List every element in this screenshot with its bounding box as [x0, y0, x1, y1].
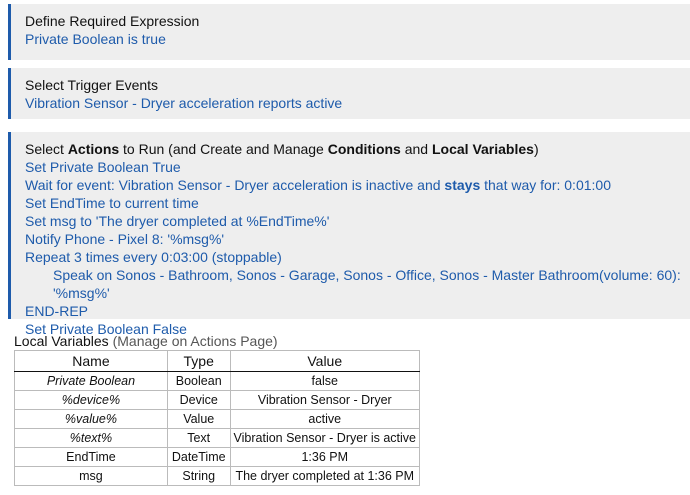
- var-value: false: [229, 371, 421, 391]
- table-row: %value% Value active: [14, 409, 421, 429]
- var-value: active: [229, 409, 421, 429]
- table-row: %text% Text Vibration Sensor - Dryer is …: [14, 428, 421, 448]
- action-item-wait: Wait for event: Vibration Sensor - Dryer…: [25, 177, 611, 193]
- column-header-name: Name: [14, 350, 168, 372]
- local-variables-heading: Local Variables (Manage on Actions Page): [14, 333, 278, 349]
- trigger-event-value: Vibration Sensor - Dryer acceleration re…: [25, 95, 343, 111]
- table-header-row: Name Type Value: [14, 350, 421, 372]
- var-type: Value: [166, 409, 231, 429]
- action-item: Repeat 3 times every 0:03:00 (stoppable): [25, 249, 282, 265]
- var-value: 1:36 PM: [229, 447, 421, 467]
- var-name: %device%: [14, 390, 168, 410]
- action-item: Set Private Boolean True: [25, 159, 181, 175]
- action-item: Set msg to 'The dryer completed at %EndT…: [25, 213, 330, 229]
- trigger-events-panel[interactable]: Select Trigger Events Vibration Sensor -…: [8, 68, 690, 119]
- var-value: Vibration Sensor - Dryer: [229, 390, 421, 410]
- var-type: Device: [166, 390, 231, 410]
- action-item: END-REP: [25, 303, 89, 319]
- required-expression-panel[interactable]: Define Required Expression Private Boole…: [8, 4, 690, 60]
- table-row: msg String The dryer completed at 1:36 P…: [14, 466, 421, 486]
- var-value: Vibration Sensor - Dryer is active: [229, 428, 421, 448]
- var-type: Text: [166, 428, 231, 448]
- var-name: %text%: [14, 428, 168, 448]
- local-variables-table: Name Type Value Private Boolean Boolean …: [14, 350, 421, 486]
- table-row: EndTime DateTime 1:36 PM: [14, 447, 421, 467]
- var-name: Private Boolean: [14, 371, 168, 391]
- action-item: Notify Phone - Pixel 8: '%msg%': [25, 231, 225, 247]
- action-item-nested: Speak on Sonos - Bathroom, Sonos - Garag…: [53, 267, 681, 301]
- actions-title: Select Actions to Run (and Create and Ma…: [25, 141, 539, 157]
- table-row: %device% Device Vibration Sensor - Dryer: [14, 390, 421, 410]
- var-value: The dryer completed at 1:36 PM: [229, 466, 421, 486]
- actions-panel[interactable]: Select Actions to Run (and Create and Ma…: [8, 132, 690, 337]
- var-name: msg: [14, 466, 168, 486]
- action-item: Set EndTime to current time: [25, 195, 199, 211]
- var-type: String: [166, 466, 231, 486]
- trigger-events-title: Select Trigger Events: [25, 77, 159, 93]
- var-name: %value%: [14, 409, 168, 429]
- var-type: Boolean: [166, 371, 231, 391]
- required-expression-title: Define Required Expression: [25, 13, 200, 29]
- var-type: DateTime: [166, 447, 231, 467]
- column-header-value: Value: [229, 350, 421, 372]
- required-expression-value: Private Boolean is true: [25, 31, 166, 47]
- var-name: EndTime: [14, 447, 168, 467]
- table-row: Private Boolean Boolean false: [14, 371, 421, 391]
- column-header-type: Type: [166, 350, 231, 372]
